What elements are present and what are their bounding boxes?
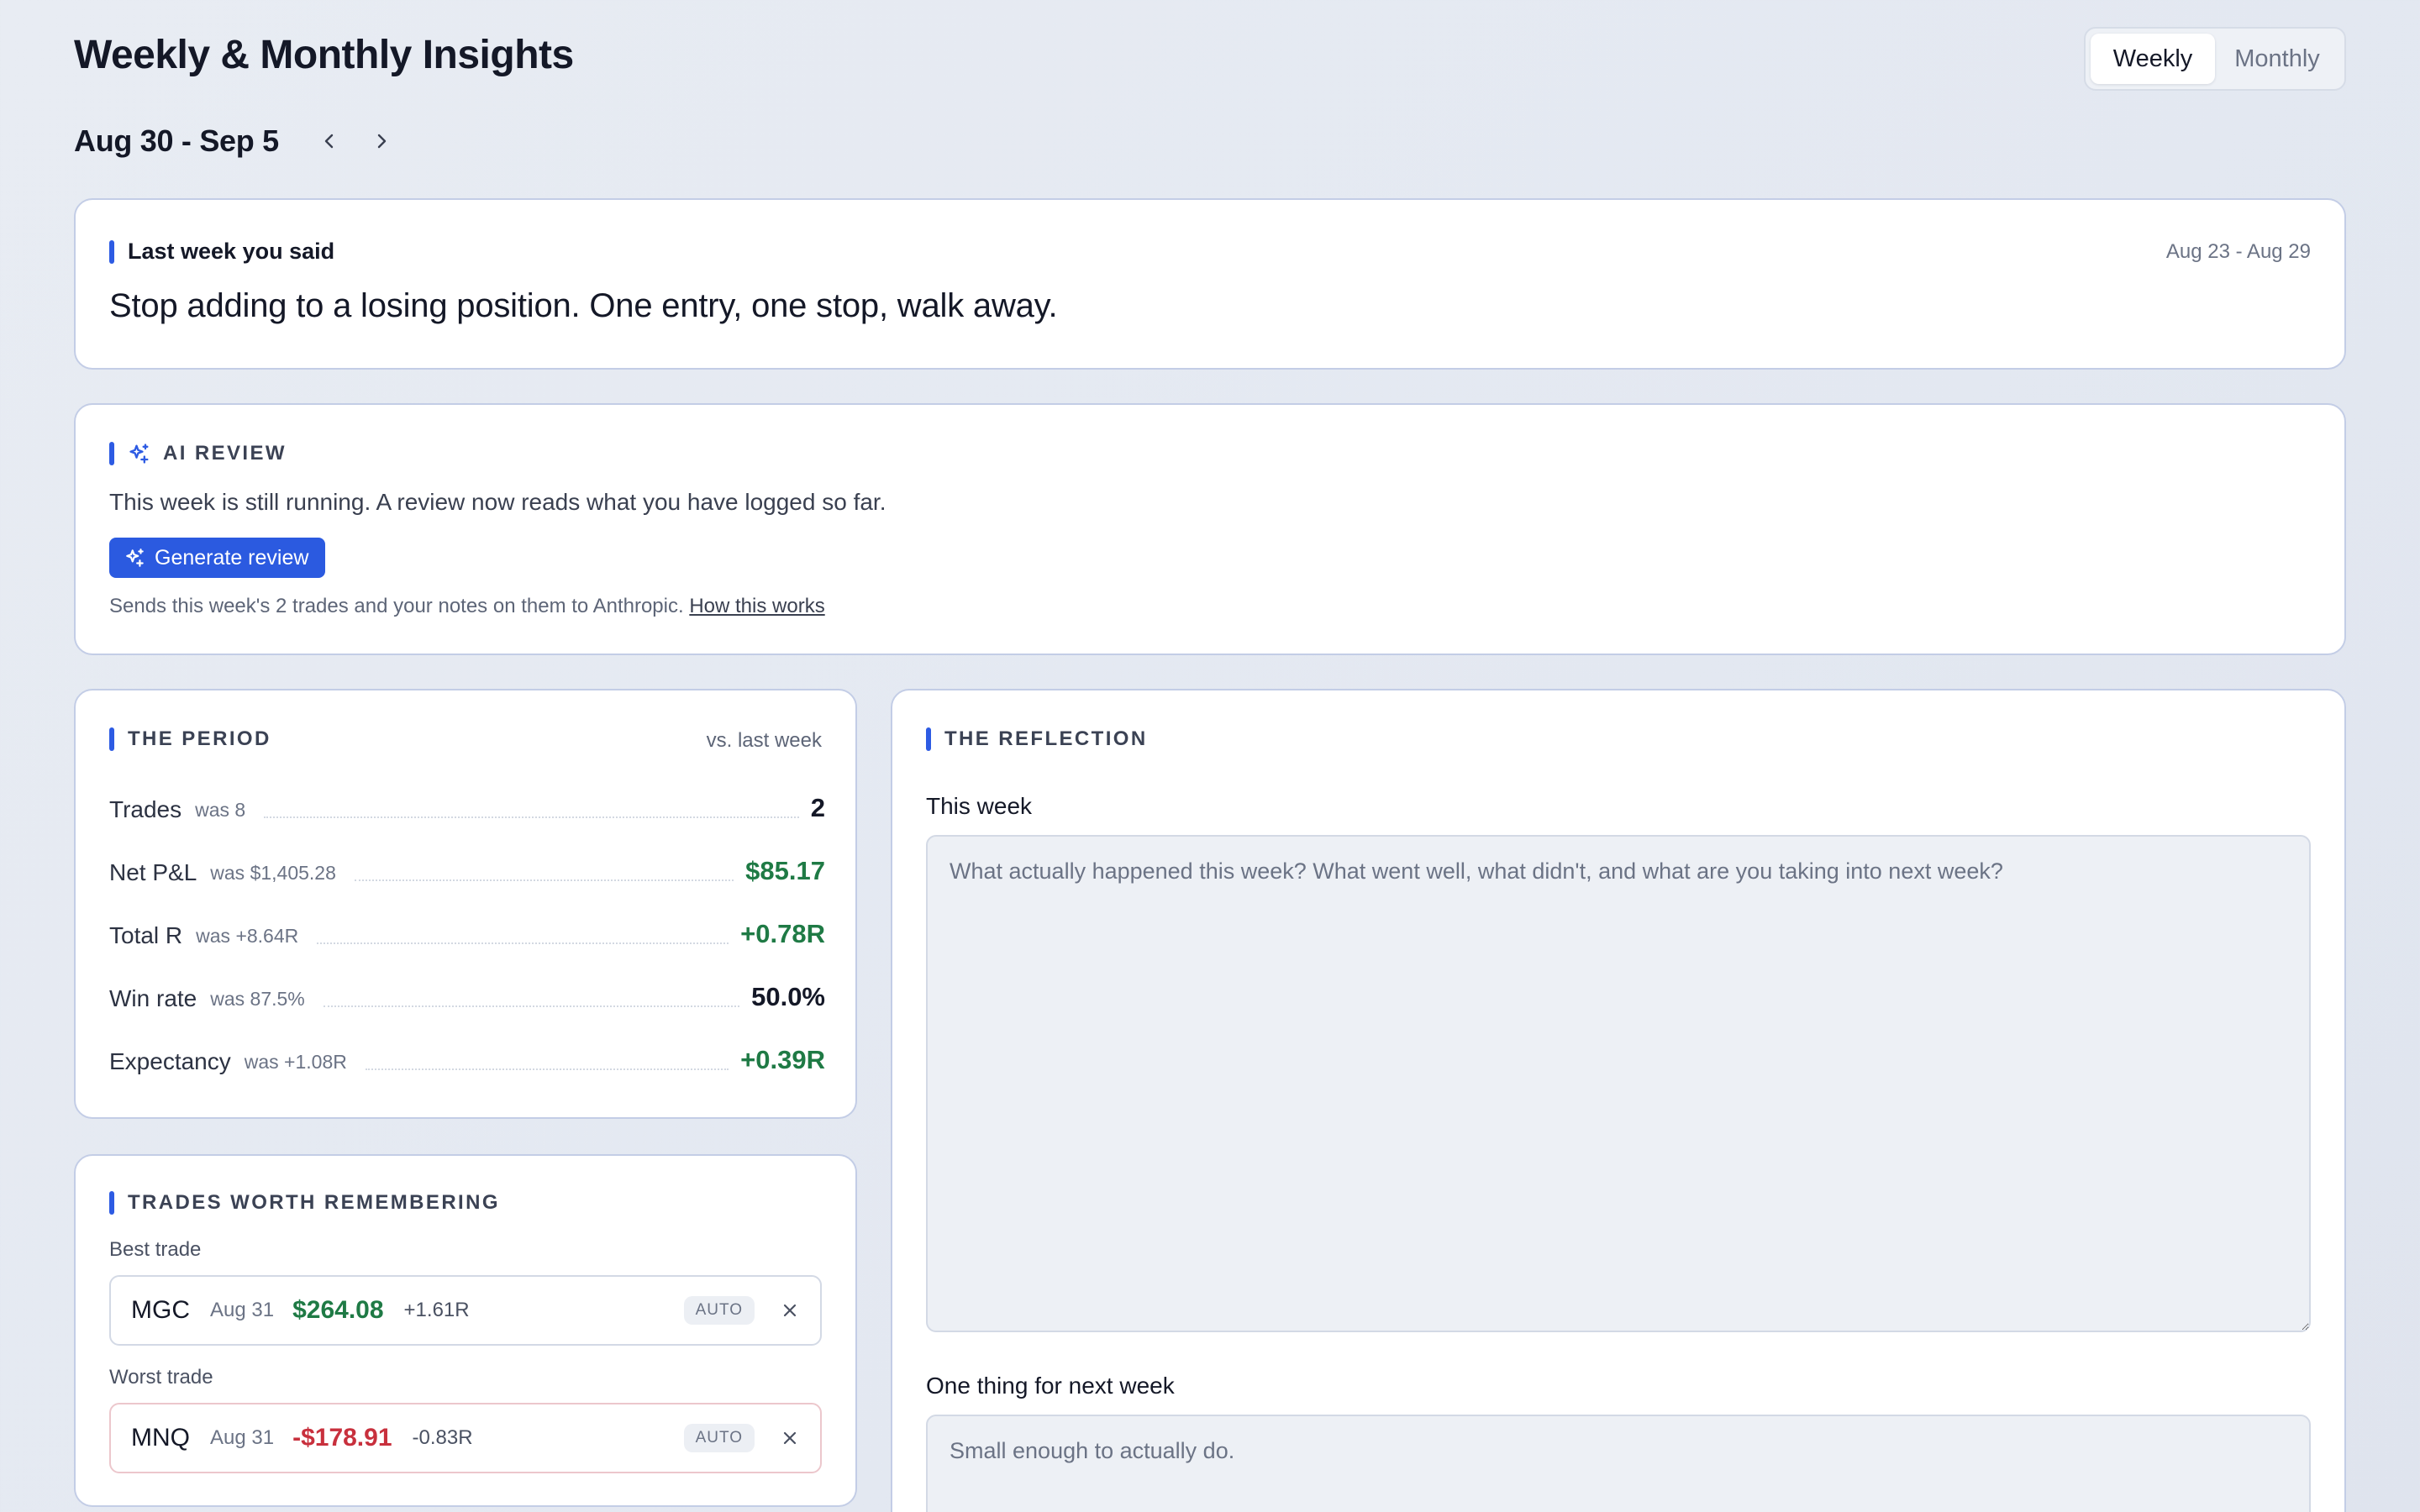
next-period-button[interactable] (361, 121, 402, 161)
leader-dots (323, 1005, 740, 1007)
page-header: Weekly & Monthly Insights Weekly Monthly (74, 27, 2346, 91)
sparkles-icon (126, 549, 144, 567)
period-heading-text: THE PERIOD (128, 727, 271, 750)
ai-review-heading-text: AI REVIEW (163, 442, 287, 465)
how-this-works-link[interactable]: How this works (689, 595, 824, 617)
stat-previous: was $1,405.28 (210, 862, 336, 884)
period-toggle: Weekly Monthly (2084, 27, 2346, 91)
next-week-label: One thing for next week (926, 1373, 1175, 1399)
stat-row-net-pnl: Net P&L was $1,405.28 $85.17 (109, 846, 825, 886)
reflection-heading-text: THE REFLECTION (944, 727, 1148, 750)
best-trade-row[interactable]: MGC Aug 31 $264.08 +1.61R AUTO (109, 1275, 822, 1346)
weekly-toggle-button[interactable]: Weekly (2091, 34, 2215, 84)
last-week-heading-text: Last week you said (128, 239, 335, 264)
stat-previous: was 87.5% (210, 988, 305, 1010)
ai-review-card: AI REVIEW This week is still running. A … (74, 403, 2346, 655)
stat-name: Net P&L (109, 859, 197, 885)
insights-page: Weekly & Monthly Insights Weekly Monthly… (74, 0, 2346, 1512)
page-title: Weekly & Monthly Insights (74, 33, 574, 77)
stat-name: Expectancy (109, 1048, 231, 1074)
best-trade-label: Best trade (109, 1238, 202, 1261)
sparkles-icon (129, 444, 149, 464)
trades-worth-remembering-card: TRADES WORTH REMEMBERING Best trade MGC … (74, 1154, 857, 1507)
ai-review-footnote-text: Sends this week's 2 trades and your note… (109, 595, 684, 617)
trade-symbol: MGC (131, 1296, 190, 1324)
trade-date: Aug 31 (210, 1299, 275, 1321)
last-week-range: Aug 23 - Aug 29 (2165, 240, 2311, 263)
trade-pnl: $264.08 (292, 1296, 384, 1324)
accent-bar (926, 727, 931, 751)
this-week-label: This week (926, 793, 1033, 819)
close-icon (783, 1431, 797, 1445)
stat-previous: was +1.08R (244, 1051, 347, 1073)
remove-best-trade-button[interactable] (780, 1300, 800, 1320)
last-week-card: Last week you said Aug 23 - Aug 29 Stop … (74, 198, 2346, 370)
stat-row-trades: Trades was 8 2 (109, 783, 825, 823)
period-comparison: vs. last week (706, 729, 822, 752)
leader-dots (317, 942, 729, 944)
stat-value: 2 (810, 793, 825, 822)
stat-value: +0.78R (740, 919, 825, 948)
next-week-textarea[interactable] (926, 1415, 2311, 1512)
worst-trade-label: Worst trade (109, 1366, 213, 1389)
stat-row-expectancy: Expectancy was +1.08R +0.39R (109, 1035, 825, 1075)
worst-trade-row[interactable]: MNQ Aug 31 -$178.91 -0.83R AUTO (109, 1403, 822, 1473)
trades-heading: TRADES WORTH REMEMBERING (109, 1191, 500, 1215)
period-navigator: Aug 30 - Sep 5 (74, 118, 402, 165)
generate-review-label: Generate review (155, 545, 309, 570)
trade-pnl: -$178.91 (292, 1424, 392, 1452)
period-card: THE PERIOD vs. last week Trades was 8 2 … (74, 689, 857, 1119)
stat-name: Trades (109, 796, 182, 822)
stat-value: 50.0% (751, 982, 825, 1011)
stat-row-win-rate: Win rate was 87.5% 50.0% (109, 972, 825, 1012)
accent-bar (109, 239, 114, 264)
stat-value: $85.17 (745, 856, 825, 885)
trade-r-multiple: -0.83R (412, 1426, 473, 1449)
stat-previous: was +8.64R (196, 925, 299, 947)
period-heading: THE PERIOD (109, 727, 271, 751)
reflection-heading: THE REFLECTION (926, 727, 1148, 751)
leader-dots (354, 879, 734, 881)
generate-review-button[interactable]: Generate review (109, 538, 326, 578)
ai-review-description: This week is still running. A review now… (109, 489, 886, 515)
trade-symbol: MNQ (131, 1424, 190, 1452)
last-week-quote: Stop adding to a losing position. One en… (109, 287, 1058, 324)
date-range: Aug 30 - Sep 5 (74, 123, 279, 158)
remove-worst-trade-button[interactable] (780, 1428, 800, 1448)
stat-row-total-r: Total R was +8.64R +0.78R (109, 909, 825, 949)
close-icon (783, 1304, 797, 1317)
accent-bar (109, 727, 114, 751)
last-week-heading: Last week you said (109, 239, 334, 265)
chevron-left-icon (324, 134, 334, 149)
leader-dots (264, 816, 799, 818)
leader-dots (365, 1068, 729, 1070)
stat-name: Win rate (109, 985, 197, 1011)
auto-badge: AUTO (683, 1424, 755, 1452)
stat-previous: was 8 (195, 799, 246, 821)
stat-name: Total R (109, 922, 183, 948)
accent-bar (109, 442, 114, 465)
ai-review-footnote: Sends this week's 2 trades and your note… (109, 595, 825, 618)
this-week-textarea[interactable] (926, 835, 2311, 1332)
accent-bar (109, 1191, 114, 1215)
trade-r-multiple: +1.61R (403, 1299, 470, 1321)
trades-heading-text: TRADES WORTH REMEMBERING (128, 1191, 500, 1214)
ai-review-heading: AI REVIEW (109, 442, 287, 465)
reflection-card: THE REFLECTION This week One thing for n… (891, 689, 2346, 1512)
chevron-right-icon (377, 134, 387, 149)
monthly-toggle-button[interactable]: Monthly (2215, 34, 2339, 84)
trade-date: Aug 31 (210, 1426, 275, 1449)
stat-value: +0.39R (740, 1045, 825, 1074)
previous-period-button[interactable] (309, 121, 350, 161)
auto-badge: AUTO (683, 1296, 755, 1325)
